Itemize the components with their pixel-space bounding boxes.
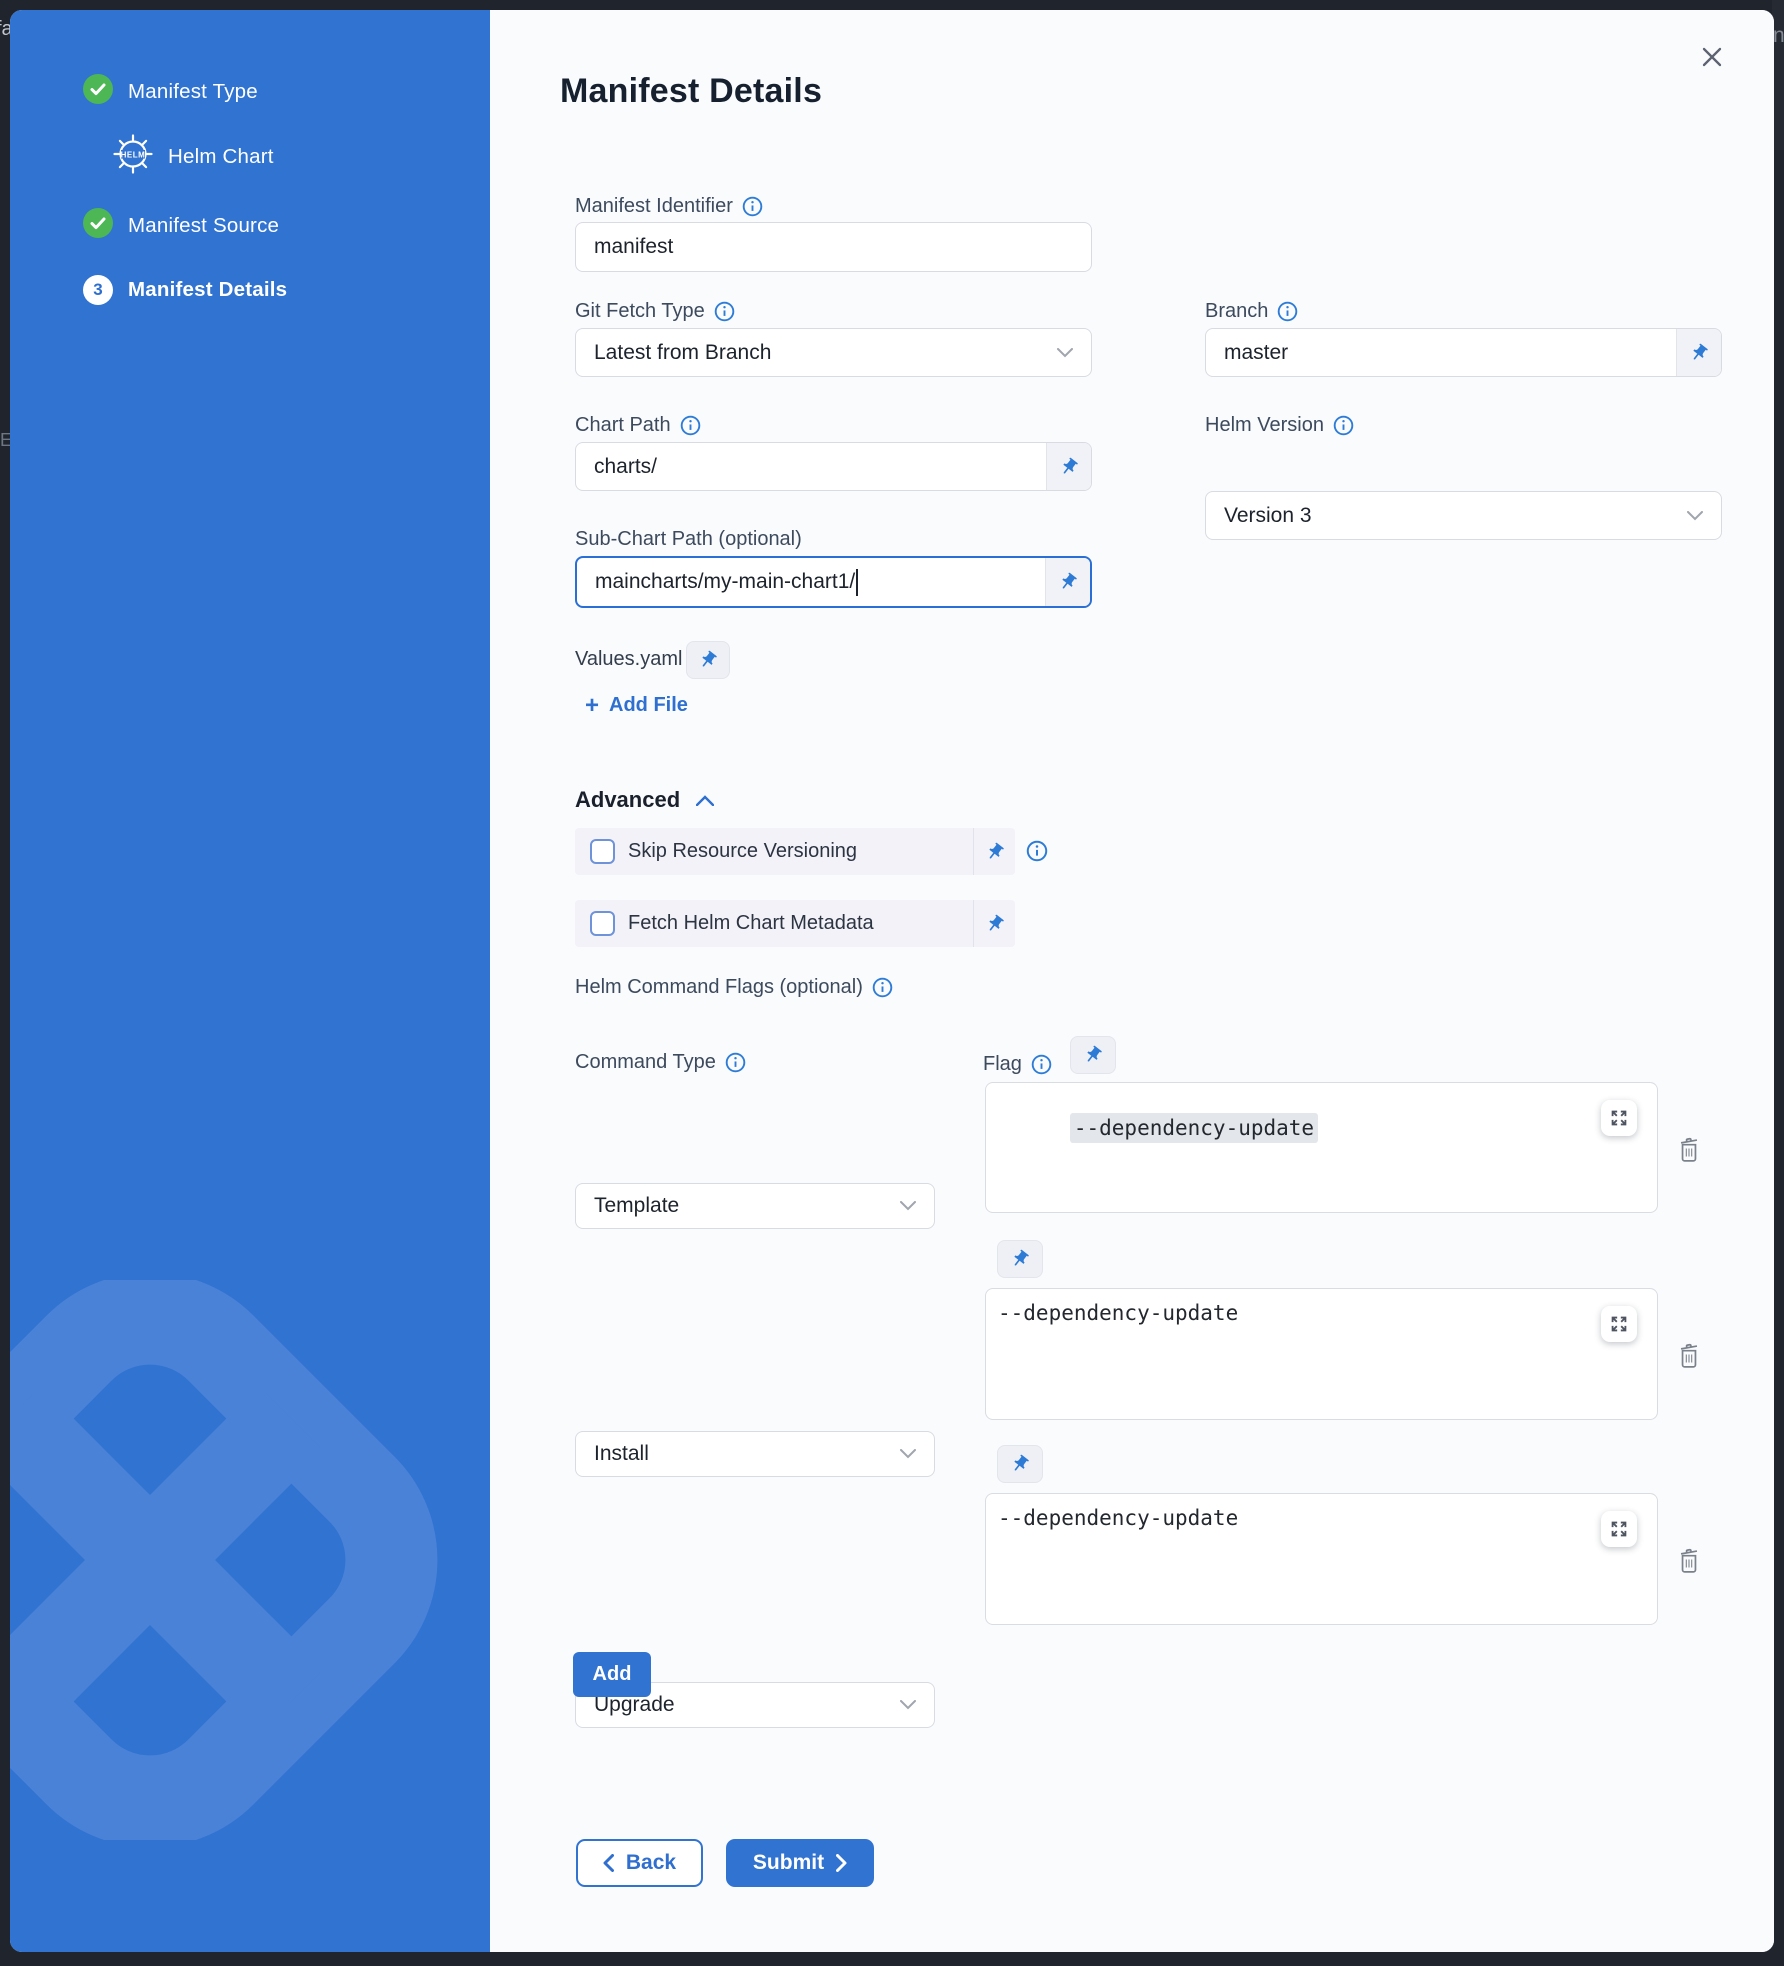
sub-chart-path-input[interactable]: maincharts/my-main-chart1/	[577, 558, 1045, 606]
info-icon[interactable]	[1031, 1054, 1052, 1075]
submit-button[interactable]: Submit	[726, 1839, 874, 1887]
info-icon[interactable]	[714, 301, 735, 322]
back-button[interactable]: Back	[576, 1839, 703, 1887]
wizard-step-manifest-details[interactable]: 3 Manifest Details	[83, 275, 287, 305]
command-type-label: Command Type	[575, 1050, 746, 1074]
info-icon[interactable]	[742, 196, 763, 217]
page-title: Manifest Details	[560, 72, 822, 111]
selected-text: --dependency-update	[1070, 1113, 1318, 1143]
command-type-select[interactable]: Template	[575, 1183, 935, 1229]
skip-resource-versioning-checkbox[interactable]	[590, 839, 615, 864]
step-label: Manifest Type	[128, 80, 258, 104]
pin-icon	[1010, 1249, 1030, 1269]
pin-runtime-input-button[interactable]	[973, 828, 1015, 875]
pin-runtime-input-button[interactable]	[1045, 558, 1090, 606]
chevron-down-icon	[900, 1201, 916, 1211]
pin-icon	[1689, 343, 1709, 363]
flag-label: Flag	[983, 1052, 1052, 1076]
advanced-section-toggle[interactable]: Advanced	[575, 787, 714, 813]
expand-flag-editor-button[interactable]	[1601, 1100, 1637, 1136]
command-type-select[interactable]: Install	[575, 1431, 935, 1477]
pin-icon	[698, 650, 718, 670]
add-flag-button[interactable]: Add	[573, 1652, 651, 1697]
git-fetch-type-label: Git Fetch Type	[575, 299, 735, 323]
chevron-down-icon	[900, 1700, 916, 1710]
add-file-button[interactable]: + Add File	[585, 694, 688, 717]
pin-flag-button[interactable]	[997, 1445, 1043, 1483]
step-label: Manifest Source	[128, 214, 279, 238]
pin-icon	[985, 914, 1005, 934]
branch-label: Branch	[1205, 299, 1298, 323]
helm-command-flags-heading: Helm Command Flags (optional)	[575, 975, 893, 999]
pin-icon	[1058, 572, 1078, 592]
close-icon[interactable]	[1701, 46, 1723, 68]
chevron-down-icon	[1687, 511, 1703, 521]
pin-runtime-input-button[interactable]	[1046, 443, 1091, 490]
pin-runtime-input-button[interactable]	[973, 900, 1015, 947]
svg-text:HELM: HELM	[121, 151, 146, 160]
git-fetch-type-select[interactable]: Latest from Branch	[575, 328, 1092, 377]
delete-flag-button[interactable]	[1676, 1135, 1702, 1163]
pin-flag-button[interactable]	[997, 1240, 1043, 1278]
skip-resource-versioning-row: Skip Resource Versioning	[575, 828, 1015, 875]
flag-textarea[interactable]: --dependency-update	[985, 1082, 1658, 1213]
info-icon[interactable]	[1026, 840, 1048, 862]
helm-icon: HELM	[113, 134, 153, 179]
pin-values-file-button[interactable]	[686, 641, 730, 679]
check-circle-icon	[83, 208, 113, 243]
fetch-helm-chart-metadata-checkbox[interactable]	[590, 911, 615, 936]
info-icon[interactable]	[1333, 415, 1354, 436]
harness-logo-watermark	[10, 1280, 490, 1840]
manifest-details-panel: Manifest Details Manifest Identifier Git…	[490, 10, 1774, 1952]
chevron-right-icon	[836, 1854, 847, 1872]
delete-flag-button[interactable]	[1676, 1546, 1702, 1574]
chart-path-input[interactable]	[576, 443, 1046, 490]
fetch-helm-chart-metadata-row: Fetch Helm Chart Metadata	[575, 900, 1015, 947]
pin-icon	[1059, 457, 1079, 477]
expand-flag-editor-button[interactable]	[1601, 1306, 1637, 1342]
step-label: Helm Chart	[168, 145, 274, 169]
check-circle-icon	[83, 74, 113, 109]
branch-input[interactable]	[1206, 329, 1676, 376]
sub-chart-path-label: Sub-Chart Path (optional)	[575, 527, 802, 551]
text-caret	[856, 569, 858, 596]
expand-icon	[1608, 1107, 1630, 1129]
info-icon[interactable]	[680, 415, 701, 436]
pin-icon	[1083, 1045, 1103, 1065]
info-icon[interactable]	[1277, 301, 1298, 322]
manifest-identifier-input[interactable]	[576, 223, 1091, 271]
chart-path-label: Chart Path	[575, 413, 701, 437]
flag-textarea[interactable]: --dependency-update	[985, 1493, 1658, 1625]
info-icon[interactable]	[872, 977, 893, 998]
info-icon[interactable]	[725, 1052, 746, 1073]
delete-flag-button[interactable]	[1676, 1341, 1702, 1369]
expand-icon	[1608, 1313, 1630, 1335]
expand-flag-editor-button[interactable]	[1601, 1511, 1637, 1547]
pin-flag-button[interactable]	[1070, 1036, 1116, 1074]
manifest-wizard-modal: Manifest Type HELM Helm Chart	[10, 10, 1774, 1952]
wizard-sidebar: Manifest Type HELM Helm Chart	[10, 10, 490, 1952]
chevron-down-icon	[900, 1449, 916, 1459]
chevron-down-icon	[1057, 348, 1073, 358]
manifest-identifier-label: Manifest Identifier	[575, 194, 763, 218]
expand-icon	[1608, 1518, 1630, 1540]
background-text-fragment: ne	[1773, 24, 1784, 48]
pin-icon	[1010, 1454, 1030, 1474]
step-label: Manifest Details	[128, 278, 287, 302]
wizard-substep-helm-chart: HELM Helm Chart	[113, 134, 274, 179]
plus-icon: +	[585, 696, 599, 716]
chevron-left-icon	[603, 1854, 614, 1872]
step-number-badge: 3	[83, 275, 113, 305]
pin-icon	[985, 842, 1005, 862]
helm-version-select[interactable]: Version 3	[1205, 491, 1722, 540]
helm-version-label: Helm Version	[1205, 413, 1354, 437]
chevron-up-icon	[696, 795, 714, 806]
wizard-step-manifest-source[interactable]: Manifest Source	[83, 208, 279, 243]
values-yaml-label: Values.yaml	[575, 647, 682, 671]
pin-runtime-input-button[interactable]	[1676, 329, 1721, 376]
flag-textarea[interactable]: --dependency-update	[985, 1288, 1658, 1420]
wizard-step-manifest-type[interactable]: Manifest Type	[83, 74, 258, 109]
